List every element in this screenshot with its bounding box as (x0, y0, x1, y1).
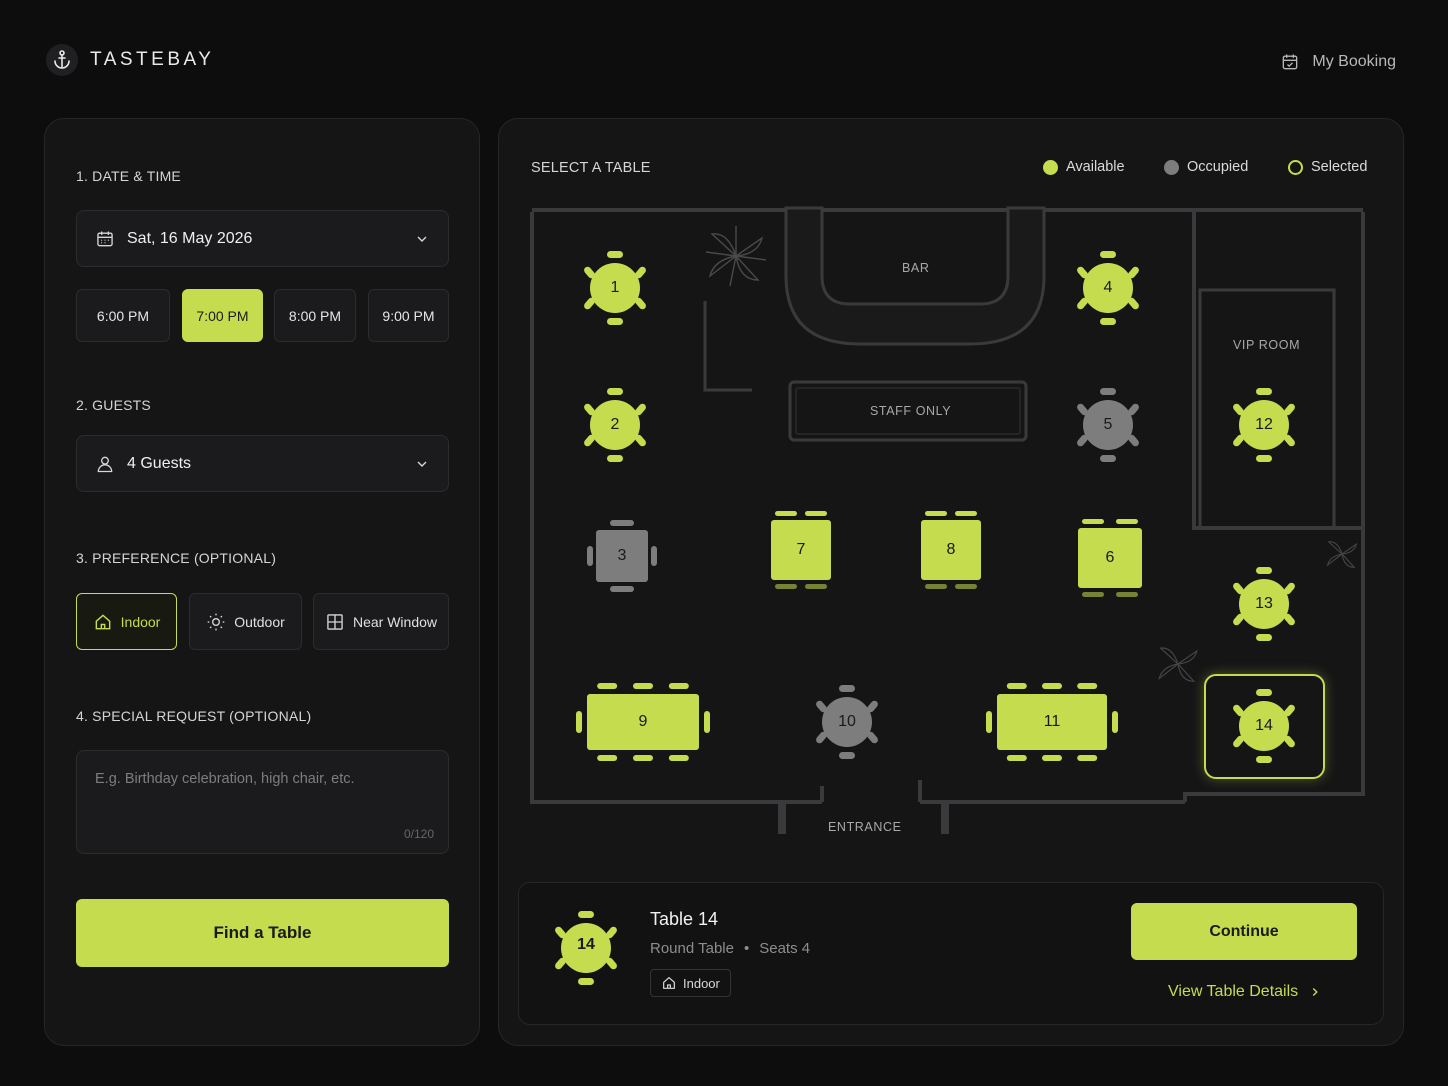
booking-form-panel: 1. DATE & TIME Sat, 16 May 2026 6:00 PM … (44, 118, 480, 1046)
preference-heading: 3. PREFERENCE (OPTIONAL) (76, 550, 277, 566)
anchor-logo-icon (46, 44, 78, 76)
home-icon (95, 613, 111, 629)
selected-table-summary: 14 Table 14 Round Table • Seats 4 Indoor… (518, 882, 1384, 1025)
staff-only-label: STAFF ONLY (870, 404, 952, 418)
sun-icon (207, 613, 225, 630)
table-number-label: 3 (617, 547, 627, 564)
view-table-details-link[interactable]: View Table Details (1168, 983, 1322, 1001)
guests-select[interactable]: 4 Guests (76, 435, 449, 492)
calendar-icon (97, 231, 113, 246)
selected-ring-icon (1288, 159, 1303, 175)
chevron-right-icon (1312, 988, 1318, 996)
table-number-label: 13 (1255, 595, 1273, 612)
location-badge-label: Indoor (683, 975, 720, 991)
home-icon (663, 976, 675, 989)
pref-window-button[interactable]: Near Window (313, 593, 449, 650)
pref-indoor-button[interactable]: Indoor (76, 593, 177, 650)
legend-selected: Selected (1288, 159, 1367, 175)
table-12[interactable]: 12 (1226, 385, 1302, 465)
vip-room-label: VIP ROOM (1233, 338, 1301, 352)
table-14[interactable]: 14 (1226, 686, 1302, 766)
table-9[interactable]: 9 (572, 679, 714, 765)
table-number-label: 14 (1255, 717, 1273, 734)
table-3: 3 (586, 518, 658, 594)
plant-icon (1158, 647, 1198, 682)
legend-occupied: Occupied (1164, 159, 1248, 175)
my-booking-link[interactable]: My Booking (1280, 52, 1396, 72)
table-11[interactable]: 11 (982, 679, 1122, 765)
calendar-icon (1283, 54, 1298, 70)
date-value: Sat, 16 May 2026 (127, 229, 253, 247)
user-icon (97, 456, 113, 472)
table-13[interactable]: 13 (1226, 564, 1302, 644)
legend-selected-label: Selected (1311, 159, 1368, 175)
legend-available: Available (1043, 159, 1125, 175)
brand-logo[interactable]: TASTEBAY (46, 44, 214, 76)
continue-button[interactable]: Continue (1131, 903, 1357, 960)
character-counter: 0/120 (403, 827, 434, 841)
legend-available-label: Available (1066, 159, 1125, 175)
table-number-label: 9 (638, 713, 648, 730)
special-request-heading: 4. SPECIAL REQUEST (OPTIONAL) (76, 708, 312, 724)
available-dot-icon (1043, 159, 1058, 175)
summary-subtitle: Round Table • Seats 4 (650, 940, 810, 957)
table-number-label: 10 (838, 713, 856, 730)
view-details-label: View Table Details (1168, 983, 1299, 1000)
table-number-label: 4 (1103, 279, 1113, 296)
table-number-label: 6 (1105, 549, 1115, 566)
special-request-placeholder: E.g. Birthday celebration, high chair, e… (95, 771, 355, 787)
date-time-heading: 1. DATE & TIME (76, 168, 181, 184)
table-number-label: 12 (1255, 416, 1273, 433)
table-5: 5 (1070, 385, 1146, 465)
my-booking-label: My Booking (1312, 53, 1396, 70)
legend-occupied-label: Occupied (1187, 159, 1249, 175)
occupied-dot-icon (1164, 159, 1179, 175)
table-number-label: 7 (796, 541, 806, 558)
chevron-down-icon (417, 461, 427, 467)
brand-name: TASTEBAY (90, 49, 215, 70)
table-number-label: 5 (1103, 416, 1113, 433)
summary-title: Table 14 (650, 909, 719, 929)
separator-dot: • (743, 940, 750, 957)
table-number-label: 8 (946, 541, 956, 558)
guests-heading: 2. GUESTS (76, 397, 151, 413)
chevron-down-icon (417, 236, 427, 242)
date-select[interactable]: Sat, 16 May 2026 (76, 210, 449, 267)
pref-outdoor-button[interactable]: Outdoor (189, 593, 302, 650)
special-request-input[interactable]: E.g. Birthday celebration, high chair, e… (76, 750, 449, 854)
pref-window-label: Near Window (352, 613, 438, 630)
plant-icon (1326, 541, 1358, 568)
summary-table-number: 14 (577, 936, 595, 953)
table-number-label: 11 (1043, 713, 1061, 730)
table-number-label: 2 (610, 416, 620, 433)
table-2[interactable]: 2 (577, 385, 653, 465)
guests-value: 4 Guests (127, 454, 192, 472)
bar-label: BAR (902, 261, 930, 275)
table-8[interactable]: 8 (911, 508, 991, 592)
seat-count: Seats 4 (759, 940, 811, 957)
select-table-heading: SELECT A TABLE (531, 160, 651, 176)
table-type: Round Table (650, 940, 734, 957)
table-4[interactable]: 4 (1070, 248, 1146, 328)
table-10: 10 (809, 682, 885, 762)
time-slot-9pm[interactable]: 9:00 PM (368, 289, 449, 342)
find-table-button[interactable]: Find a Table (76, 899, 449, 967)
pref-indoor-label: Indoor (120, 613, 161, 630)
time-slot-8pm[interactable]: 8:00 PM (274, 289, 356, 342)
floor-plan: BAR STAFF ONLY VIP ROOM ENTRANCE 1234567… (530, 206, 1365, 846)
pref-outdoor-label: Outdoor (234, 613, 285, 630)
entrance-label: ENTRANCE (828, 820, 902, 834)
table-1[interactable]: 1 (577, 248, 653, 328)
table-7[interactable]: 7 (761, 508, 841, 592)
time-slot-6pm[interactable]: 6:00 PM (76, 289, 170, 342)
plant-icon (705, 226, 767, 287)
table-6[interactable]: 6 (1068, 516, 1152, 600)
table-number-label: 1 (610, 279, 620, 296)
time-slot-7pm[interactable]: 7:00 PM (182, 289, 263, 342)
location-badge: Indoor (650, 969, 731, 997)
window-icon (327, 613, 343, 630)
